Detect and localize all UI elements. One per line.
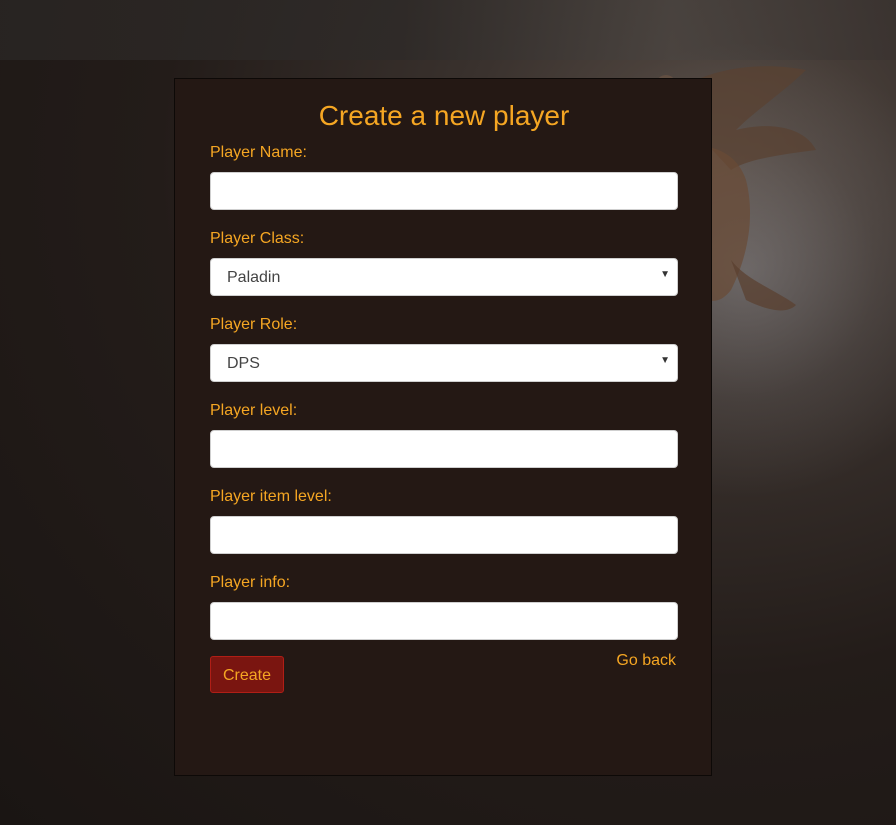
player-class-selected-value: Paladin [227,269,281,286]
player-role-selected-value: DPS [227,355,260,372]
create-player-panel: Create a new player Player Name: Player … [174,78,712,776]
player-class-label: Player Class: [210,230,305,247]
player-item-level-input[interactable] [210,516,678,554]
player-level-label: Player level: [210,402,298,419]
chevron-down-icon: ▼ [660,355,670,366]
player-role-label: Player Role: [210,316,298,333]
player-name-label: Player Name: [210,144,307,161]
go-back-link[interactable]: Go back [616,651,676,671]
player-level-input[interactable] [210,430,678,468]
player-info-input[interactable] [210,602,678,640]
player-item-level-label: Player item level: [210,488,332,505]
player-role-select[interactable]: DPS ▼ [210,344,678,382]
create-button[interactable]: Create [210,656,284,693]
player-class-select[interactable]: Paladin ▼ [210,258,678,296]
page-title: Create a new player [318,100,570,131]
player-info-label: Player info: [210,574,291,591]
chevron-down-icon: ▼ [660,269,670,280]
player-name-input[interactable] [210,172,678,210]
